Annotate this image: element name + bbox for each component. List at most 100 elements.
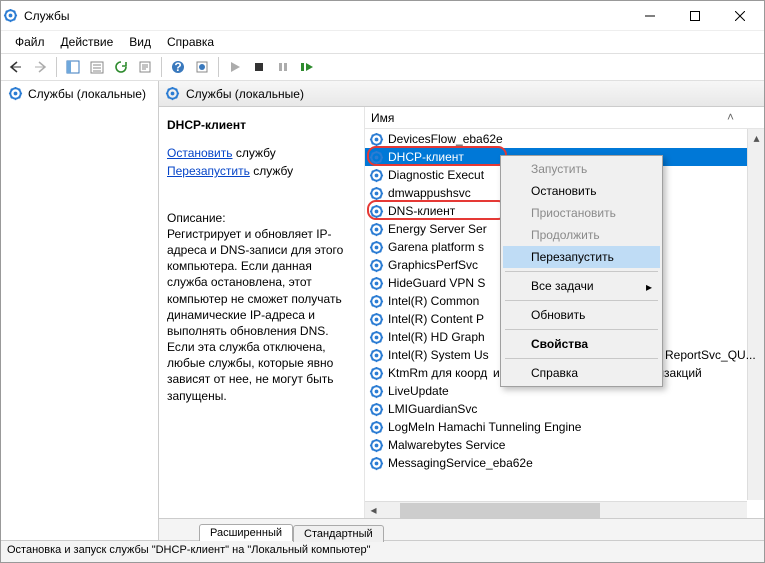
scroll-up-button[interactable]: ▴ [748, 129, 764, 146]
context-menu: Запустить Остановить Приостановить Продо… [500, 155, 663, 387]
gear-icon [369, 294, 384, 309]
gear-icon [369, 312, 384, 327]
ctx-help[interactable]: Справка [503, 362, 660, 384]
ctx-properties[interactable]: Свойства [503, 333, 660, 355]
window-title: Службы [24, 9, 69, 23]
service-list[interactable]: MessagingService_eba62e Malwarebytes Serv… [365, 129, 764, 518]
ctx-refresh[interactable]: Обновить [503, 304, 660, 326]
service-name: MessagingService_eba62e [388, 456, 533, 470]
gear-icon [369, 366, 384, 381]
content-header-title: Службы (локальные) [186, 87, 304, 101]
gear-icon [369, 420, 384, 435]
service-name: Diagnostic Execut [388, 168, 484, 182]
vertical-scrollbar[interactable]: ▴ [747, 129, 764, 500]
stop-service-button[interactable] [248, 56, 270, 78]
sort-indicator-icon: ˄ [727, 110, 734, 124]
show-hide-tree-button[interactable] [62, 56, 84, 78]
service-name: DNS-клиент [388, 204, 455, 218]
service-word: службу [236, 146, 276, 160]
tree-node-services-local[interactable]: Службы (локальные) [4, 84, 155, 103]
scroll-left-button[interactable]: ◂ [365, 502, 382, 519]
menu-file[interactable]: Файл [7, 33, 53, 51]
menu-help[interactable]: Справка [159, 33, 222, 51]
stop-link[interactable]: Остановить [167, 146, 233, 160]
service-name: DHCP-клиент [388, 150, 464, 164]
service-name: KtmRm для коорд [388, 366, 487, 380]
titlebar: Службы [1, 1, 764, 31]
separator [505, 271, 658, 272]
service-row[interactable]: Malwarebytes Service [365, 436, 747, 454]
ctx-restart[interactable]: Перезапустить [503, 246, 660, 268]
refresh-button[interactable] [110, 56, 132, 78]
gear-icon [8, 86, 23, 101]
export-list-button[interactable] [86, 56, 108, 78]
gear-icon [369, 402, 384, 417]
view-tabs: Расширенный Стандартный [159, 518, 764, 540]
forward-button[interactable] [29, 56, 51, 78]
tab-standard[interactable]: Стандартный [293, 525, 384, 542]
service-name: dmwappushsvc [388, 186, 471, 200]
service-name: Intel(R) System Us [388, 348, 489, 362]
tab-extended[interactable]: Расширенный [199, 524, 293, 541]
column-header-label: Имя [371, 111, 394, 125]
close-button[interactable] [717, 2, 762, 30]
service-name: LogMeIn Hamachi Tunneling Engine [388, 420, 581, 434]
service-name: LMIGuardianSvc [388, 402, 477, 416]
horizontal-scrollbar[interactable]: ◂ [365, 501, 747, 518]
app-icon [3, 8, 18, 23]
ctx-pause[interactable]: Приостановить [503, 202, 660, 224]
separator [505, 329, 658, 330]
ctx-start[interactable]: Запустить [503, 158, 660, 180]
minimize-button[interactable] [627, 2, 672, 30]
content-header: Службы (локальные) [159, 81, 764, 107]
service-name: GraphicsPerfSvc [388, 258, 478, 272]
gear-icon [165, 86, 180, 101]
service-row[interactable]: MessagingService_eba62e [365, 454, 747, 472]
help-button[interactable]: ? [167, 56, 189, 78]
statusbar: Остановка и запуск службы "DHCP-клиент" … [1, 540, 764, 562]
separator [505, 300, 658, 301]
service-name: Intel(R) Content P [388, 312, 484, 326]
gear-icon [369, 150, 384, 165]
menu-action[interactable]: Действие [53, 33, 122, 51]
ctx-resume[interactable]: Продолжить [503, 224, 660, 246]
gear-icon [369, 240, 384, 255]
service-name: Garena platform s [388, 240, 484, 254]
column-header-name[interactable]: Имя ˄ [365, 107, 764, 129]
menu-view[interactable]: Вид [121, 33, 159, 51]
service-row[interactable]: LMIGuardianSvc [365, 400, 747, 418]
tree-node-label: Службы (локальные) [28, 87, 146, 101]
help-topics-button[interactable] [191, 56, 213, 78]
gear-icon [369, 132, 384, 147]
submenu-arrow-icon: ▸ [646, 280, 652, 294]
service-row[interactable]: LogMeIn Hamachi Tunneling Engine [365, 418, 747, 436]
service-name: Energy Server Ser [388, 222, 487, 236]
service-row[interactable]: DevicesFlow_eba62e [365, 130, 747, 148]
gear-icon [369, 204, 384, 219]
gear-icon [369, 384, 384, 399]
properties-button[interactable] [134, 56, 156, 78]
service-name: LiveUpdate [388, 384, 449, 398]
pause-service-button[interactable] [272, 56, 294, 78]
toolbar: ? [1, 53, 764, 81]
gear-icon [369, 186, 384, 201]
gear-icon [369, 222, 384, 237]
selected-service-name: DHCP-клиент [167, 117, 354, 133]
service-list-panel: Имя ˄ MessagingService_eba62e Malwarebyte… [364, 107, 764, 518]
back-button[interactable] [5, 56, 27, 78]
start-service-button[interactable] [224, 56, 246, 78]
gear-icon [369, 456, 384, 471]
description-text: Регистрирует и обновляет IP-адреса и DNS… [167, 226, 354, 404]
truncated-row-text: ReportSvc_QU... [665, 348, 756, 362]
gear-icon [369, 438, 384, 453]
gear-icon [369, 168, 384, 183]
ctx-stop[interactable]: Остановить [503, 180, 660, 202]
service-name: DevicesFlow_eba62e [388, 132, 503, 146]
ctx-all-tasks[interactable]: Все задачи▸ [503, 275, 660, 297]
restart-service-button[interactable] [296, 56, 318, 78]
maximize-button[interactable] [672, 2, 717, 30]
detail-panel: DHCP-клиент Остановить службу Перезапуст… [159, 107, 364, 518]
gear-icon [369, 348, 384, 363]
scroll-thumb[interactable] [400, 503, 600, 518]
restart-link[interactable]: Перезапустить [167, 164, 250, 178]
